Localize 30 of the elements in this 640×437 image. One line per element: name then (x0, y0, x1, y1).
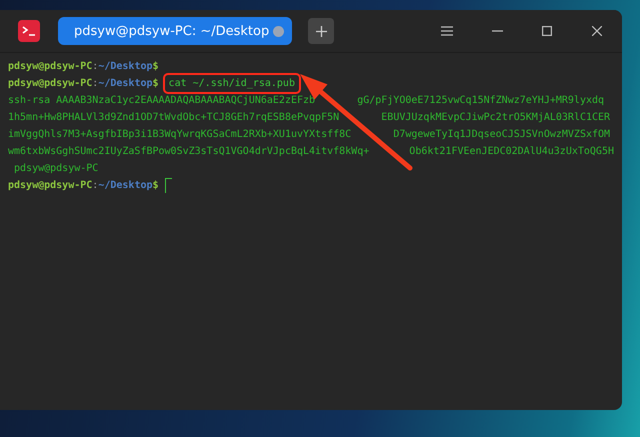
prompt-user: pdsyw@pdsyw-PC (8, 77, 92, 91)
output-text: wm6txbWsGghSUmc2IUyZaSfBPow0SvZ3sTsQ1VGO4drVJpcBqL4itvf8kWq+ (8, 145, 370, 159)
prompt-separator: : (92, 179, 98, 193)
output-text: EBUVJUzqkMEvpCJiwPc2trO5KMjAL03RlC1CER (381, 111, 610, 125)
prompt-symbol: $ (152, 179, 159, 193)
command-text: cat ~/.ssh/id_rsa.pub (164, 75, 299, 92)
prompt-symbol: $ (152, 60, 159, 74)
output-text: 1h5mn+Hw8PHALVl3d9Znd1OD7tWvdObc+TCJ8GEh7rqESB8ePvqpF5N (8, 111, 340, 125)
close-icon (592, 26, 602, 36)
menu-icon (441, 26, 453, 36)
output-text: D7wgeweTyIq1JDqseoCJSJSVnOwzMVZSxfOM (393, 128, 610, 142)
terminal-app-icon (18, 20, 40, 42)
new-tab-button[interactable] (308, 18, 334, 44)
prompt-path: ~/Desktop (98, 77, 153, 91)
prompt-separator: : (92, 77, 98, 91)
terminal-tab[interactable]: pdsyw@pdsyw-PC: ~/Desktop (58, 17, 292, 45)
prompt-path: ~/Desktop (98, 179, 153, 193)
output-text: Ob6kt21FVEenJEDC02DAlU4u3zUxToQG5H (409, 145, 614, 159)
minimize-icon (492, 30, 502, 32)
plus-icon (316, 26, 327, 36)
prompt-symbol: $ (152, 77, 159, 91)
prompt-user: pdsyw@pdsyw-PC (8, 179, 92, 193)
maximize-icon (542, 26, 552, 36)
output-text: ssh-rsa AAAAB3NzaC1yc2EAAAADAQABAAABAQCjUN6aE2zEFzb (8, 94, 316, 108)
output-text: gG/pFjYO0eE7125vwCq15NfZNwz7eYHJ+MR9lyxdq (357, 94, 604, 108)
output-text: pdsyw@pdsyw-PC (13, 162, 98, 176)
prompt-separator: : (92, 60, 98, 74)
output-text: imVggQhls7M3+AsgfbIBp3i1B3WqYwrqKGSaCmL2RXb+XU1uvYXtsff8C (8, 128, 352, 142)
prompt-path: ~/Desktop (98, 60, 153, 74)
prompt-user: pdsyw@pdsyw-PC (8, 60, 92, 74)
